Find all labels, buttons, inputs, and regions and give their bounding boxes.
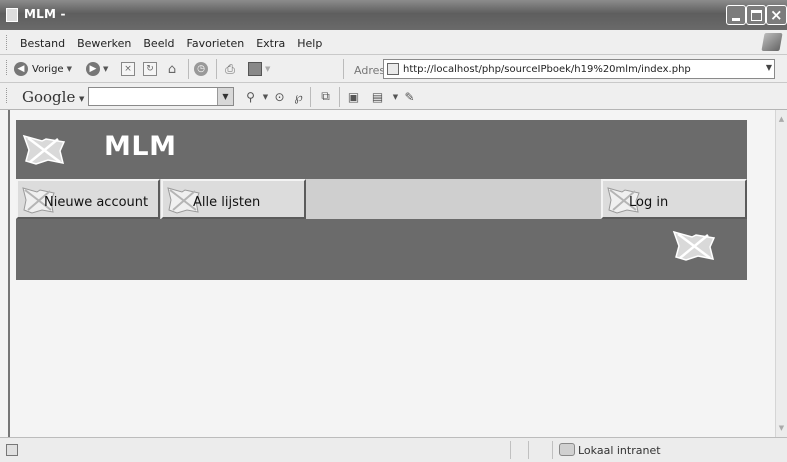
menu-beeld[interactable]: Beeld: [143, 37, 174, 50]
toolbar-separator: [216, 59, 217, 79]
search-dropdown-icon[interactable]: ▼: [258, 89, 273, 104]
print-icon: ⎙: [225, 61, 235, 76]
viewport-edge: [8, 110, 10, 437]
google-toolbar-grip: [6, 88, 9, 103]
menu-bewerken[interactable]: Bewerken: [77, 37, 131, 50]
minimize-icon: [732, 18, 740, 21]
google-logo[interactable]: Google: [22, 88, 75, 106]
site-brand: MLM: [104, 131, 177, 162]
edit-button[interactable]: ▼: [248, 60, 270, 78]
autofill-dropdown-icon[interactable]: ▼: [388, 89, 403, 104]
toolbar-separator: [343, 59, 344, 79]
standard-toolbar: ◀ Vorige ▼ ▶ ▼ × ↻ ⌂ ◷ ⎙ ▼ Adres ▼: [0, 55, 787, 83]
pagerank-icon[interactable]: ℘: [291, 89, 306, 104]
address-input[interactable]: [403, 62, 758, 76]
refresh-button[interactable]: ↻: [143, 60, 157, 78]
popup-blocker-icon[interactable]: ⧉: [318, 89, 333, 104]
address-bar[interactable]: ▼: [383, 59, 775, 79]
page-status-icon: [6, 444, 18, 456]
status-bar: Lokaal intranet: [0, 437, 787, 462]
vertical-scrollbar[interactable]: ▲ ▼: [775, 110, 787, 437]
google-separator: [339, 87, 340, 107]
nav-nieuwe-account[interactable]: Nieuwe account: [16, 179, 160, 219]
forward-dropdown-icon[interactable]: ▼: [103, 65, 108, 73]
history-icon: ◷: [194, 62, 208, 76]
forward-button[interactable]: ▶ ▼: [86, 60, 108, 78]
nav-label: Log in: [629, 195, 669, 210]
site-nav: Nieuwe account Alle lijsten Log in: [16, 179, 747, 219]
google-search-input[interactable]: [92, 90, 212, 103]
intranet-zone-icon: [559, 443, 575, 456]
menu-bestand[interactable]: Bestand: [20, 37, 65, 50]
menu-bar: Bestand Bewerken Beeld Favorieten Extra …: [0, 30, 787, 55]
forward-arrow-icon: ▶: [86, 62, 100, 76]
address-label: Adres: [354, 64, 386, 77]
back-arrow-icon: ◀: [14, 62, 28, 76]
edit-icon: [248, 62, 262, 76]
google-menu-dropdown-icon[interactable]: ▼: [79, 95, 84, 103]
broken-image-icon: [22, 134, 66, 165]
stop-icon: ×: [121, 62, 135, 76]
ie-app-icon: [6, 8, 18, 22]
window-title: MLM -: [24, 7, 66, 21]
scroll-down-icon[interactable]: ▼: [776, 421, 787, 435]
status-panel-divider: [552, 441, 553, 459]
browser-viewport: MLM Nieuwe account Alle lijsten Log in ▲…: [0, 110, 787, 437]
nav-label: Nieuwe account: [44, 195, 149, 210]
back-dropdown-icon[interactable]: ▼: [67, 65, 72, 73]
site-header: MLM: [16, 120, 747, 179]
toolbar-separator: [188, 59, 189, 79]
status-panel-divider: [528, 441, 529, 459]
maximize-button[interactable]: [746, 5, 766, 25]
close-icon: ×: [770, 6, 783, 24]
minimize-button[interactable]: [726, 5, 746, 25]
nav-label: Alle lijsten: [193, 195, 261, 210]
stop-button[interactable]: ×: [121, 60, 135, 78]
menu-favorieten[interactable]: Favorieten: [187, 37, 245, 50]
binoculars-icon[interactable]: ⚲: [243, 89, 258, 104]
highlight-icon[interactable]: ▣: [346, 89, 361, 104]
search-site-icon[interactable]: ⊙: [272, 89, 287, 104]
menu-grip: [6, 35, 9, 50]
scroll-up-icon[interactable]: ▲: [776, 112, 787, 126]
nav-log-in[interactable]: Log in: [601, 179, 747, 219]
google-toolbar: Google ▼ ▼ ⚲ ▼ ⊙ ℘ ⧉ ▣ ▤ ▼ ✎: [0, 83, 787, 110]
google-separator: [310, 87, 311, 107]
history-button[interactable]: ◷: [194, 60, 208, 78]
site-footer: [16, 219, 747, 280]
address-dropdown-icon[interactable]: ▼: [766, 63, 772, 72]
title-bar: MLM - ×: [0, 0, 787, 30]
maximize-icon: [751, 10, 762, 21]
edit-dropdown-icon[interactable]: ▼: [265, 65, 270, 73]
windows-logo-icon: [761, 33, 783, 51]
refresh-icon: ↻: [143, 62, 157, 76]
back-button[interactable]: ◀ Vorige ▼: [14, 60, 72, 78]
google-search-dropdown-icon[interactable]: ▼: [217, 88, 233, 105]
google-search-box[interactable]: ▼: [88, 87, 234, 106]
autofill-icon[interactable]: ▤: [370, 89, 385, 104]
home-icon: ⌂: [167, 61, 177, 77]
toolbar-grip: [6, 60, 9, 75]
menu-extra[interactable]: Extra: [256, 37, 285, 50]
back-label: Vorige: [32, 63, 64, 75]
pencil-icon[interactable]: ✎: [402, 89, 417, 104]
broken-image-icon: [672, 230, 716, 261]
page-icon: [387, 63, 399, 75]
menu-help[interactable]: Help: [297, 37, 322, 50]
status-panel-divider: [510, 441, 511, 459]
security-zone-label: Lokaal intranet: [578, 444, 661, 457]
print-button[interactable]: ⎙: [223, 60, 237, 78]
home-button[interactable]: ⌂: [165, 60, 179, 78]
close-button[interactable]: ×: [766, 5, 787, 25]
nav-alle-lijsten[interactable]: Alle lijsten: [161, 179, 306, 219]
